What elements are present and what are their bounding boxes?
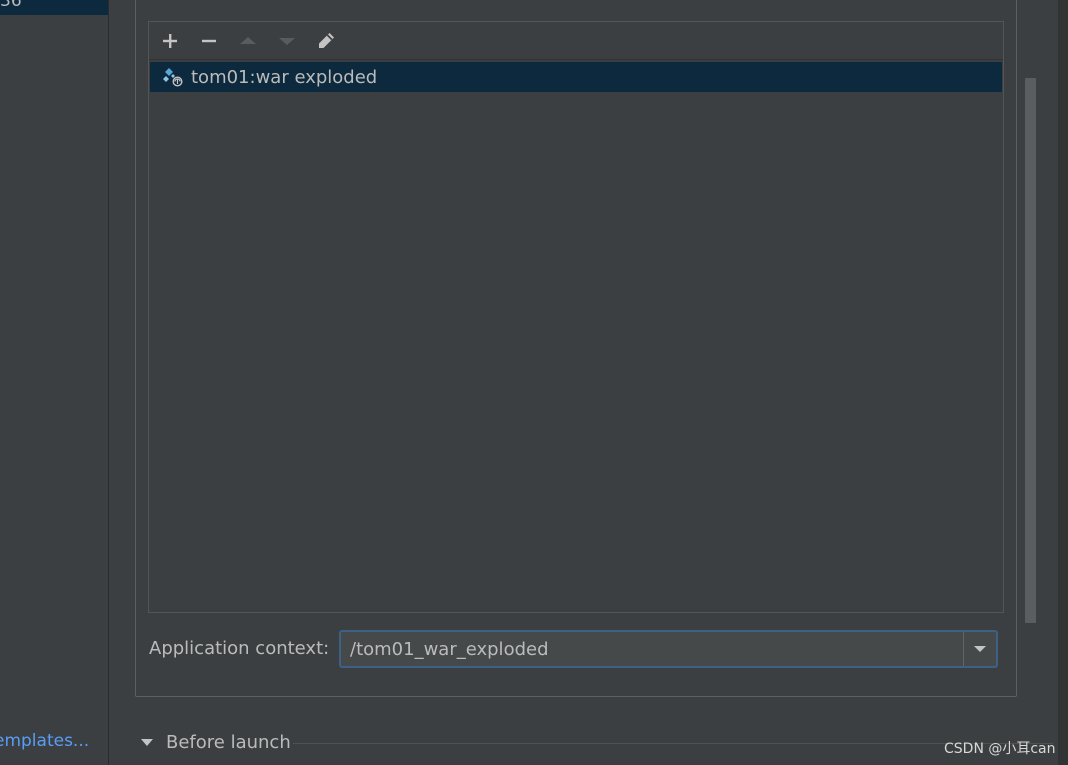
pencil-icon xyxy=(319,33,334,48)
application-context-dropdown-button[interactable] xyxy=(963,632,996,666)
add-button[interactable] xyxy=(157,28,183,54)
application-context-input[interactable] xyxy=(341,632,965,666)
application-context-label: Application context: xyxy=(149,638,330,659)
move-up-button[interactable] xyxy=(235,28,261,54)
arrow-down-icon xyxy=(279,38,295,45)
artifact-list-item[interactable]: tom01:war exploded xyxy=(150,62,1002,92)
edit-button[interactable] xyxy=(313,28,339,54)
war-exploded-artifact-icon xyxy=(162,66,184,88)
deployment-list-panel: tom01:war exploded xyxy=(148,21,1004,613)
arrow-up-icon xyxy=(240,37,256,44)
triangle-down-icon xyxy=(141,738,153,746)
move-down-button[interactable] xyxy=(274,28,300,54)
minus-icon xyxy=(202,39,216,43)
before-launch-section-toggle[interactable]: Before launch xyxy=(140,732,291,753)
section-divider xyxy=(293,743,1053,744)
sidebar-selected-item[interactable]: 36 xyxy=(0,0,108,15)
artifact-label: tom01:war exploded xyxy=(191,66,378,88)
watermark-text: CSDN @小耳can xyxy=(944,741,1056,757)
scrollbar-thumb[interactable] xyxy=(1025,78,1036,623)
plus-icon xyxy=(163,34,177,48)
remove-button[interactable] xyxy=(196,28,222,54)
chevron-down-icon xyxy=(974,646,986,652)
before-launch-label: Before launch xyxy=(166,732,291,753)
run-configuration-dialog: 36 emplates... tom01:war exploded Applic… xyxy=(0,0,1068,765)
artifact-list: tom01:war exploded xyxy=(149,60,1003,612)
configuration-sidebar: 36 emplates... xyxy=(0,0,109,765)
deployment-toolbar xyxy=(149,22,1003,60)
window-edge xyxy=(1058,0,1068,765)
application-context-combobox[interactable] xyxy=(339,630,998,668)
edit-templates-link[interactable]: emplates... xyxy=(0,731,89,751)
sidebar-selected-item-label: 36 xyxy=(0,0,22,11)
